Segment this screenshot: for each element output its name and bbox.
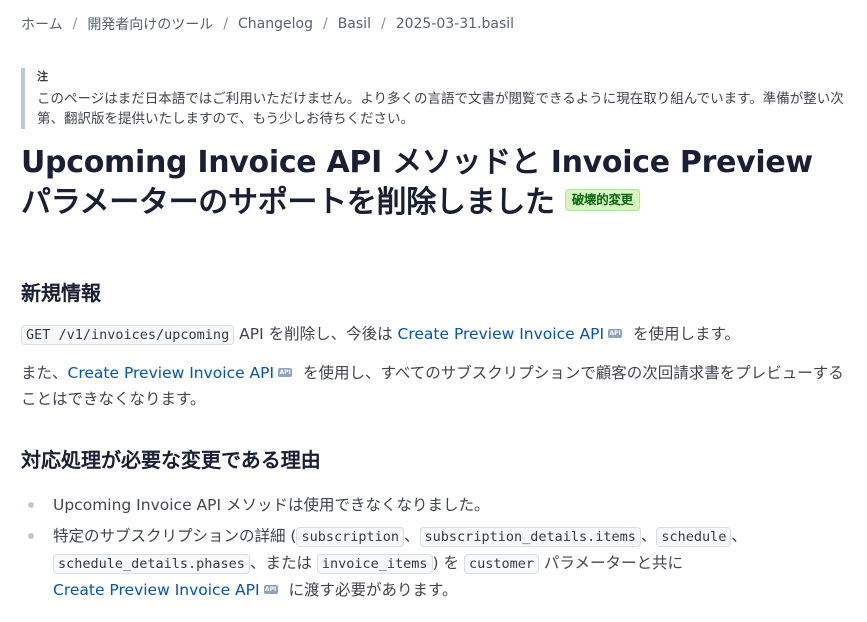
text: を使用します。	[628, 325, 740, 343]
api-icon: API	[278, 368, 293, 377]
page-title-line1: Upcoming Invoice API メソッドと Invoice Previ…	[21, 145, 813, 180]
breadcrumb-separator: /	[72, 16, 78, 32]
whats-new-paragraph-1: GET /v1/invoices/upcoming API を削除し、今後は C…	[21, 321, 851, 348]
text: 、	[731, 527, 747, 545]
page-title-line2: パラメーターのサポートを削除しました	[21, 185, 555, 220]
bullet-icon	[28, 533, 34, 539]
whats-new-paragraph-2: また、Create Preview Invoice API API を使用し、すべ…	[21, 360, 851, 412]
section-heading-whats-new: 新規情報	[21, 281, 101, 305]
text: 、	[404, 527, 420, 545]
api-icon: API	[608, 329, 623, 338]
text: Upcoming Invoice API メソッドは使用できなくなりました。	[53, 496, 490, 514]
text: ) を	[432, 554, 464, 572]
breadcrumb-separator: /	[223, 16, 229, 32]
list-item: Upcoming Invoice API メソッドは使用できなくなりました。	[21, 492, 851, 518]
breadcrumb-current[interactable]: 2025-03-31.basil	[396, 16, 514, 32]
param-code: subscription_details.items	[419, 527, 641, 547]
translation-note: 注 このページはまだ日本語ではご利用いただけません。より多くの言語で文書が閲覧で…	[21, 68, 847, 129]
reasons-list: Upcoming Invoice API メソッドは使用できなくなりました。 特…	[21, 492, 851, 608]
text: また、	[21, 364, 68, 382]
create-preview-invoice-api-link[interactable]: Create Preview Invoice API	[398, 325, 605, 343]
api-icon: API	[263, 585, 278, 594]
breadcrumb: ホーム / 開発者向けのツール / Changelog / Basil / 20…	[21, 14, 514, 34]
create-preview-invoice-api-link[interactable]: Create Preview Invoice API	[68, 364, 275, 382]
note-label: 注	[37, 70, 48, 83]
endpoint-code: GET /v1/invoices/upcoming	[21, 325, 235, 345]
breadcrumb-separator: /	[380, 16, 386, 32]
param-code: schedule	[656, 527, 732, 547]
param-code: invoice_items	[316, 554, 433, 574]
param-code: customer	[463, 554, 539, 574]
bullet-icon	[28, 502, 34, 508]
breadcrumb-separator: /	[322, 16, 328, 32]
text: に渡す必要があります。	[283, 581, 458, 599]
note-text: このページはまだ日本語ではご利用いただけません。より多くの言語で文書が閲覧できる…	[37, 91, 844, 127]
text: 、または	[249, 554, 317, 572]
page-title: Upcoming Invoice API メソッドと Invoice Previ…	[21, 143, 851, 223]
list-item: 特定のサブスクリプションの詳細 (subscription、 subscripti…	[21, 523, 851, 603]
text: 特定のサブスクリプションの詳細 (	[53, 527, 297, 545]
param-code: subscription	[296, 527, 405, 547]
breaking-change-badge: 破壊的変更	[564, 188, 640, 211]
breadcrumb-developer-tools[interactable]: 開発者向けのツール	[87, 14, 213, 34]
text: API を削除し、今後は	[234, 325, 398, 343]
breadcrumb-changelog[interactable]: Changelog	[238, 16, 313, 32]
text: パラメーターと共に	[538, 554, 683, 572]
section-heading-why-action-required: 対応処理が必要な変更である理由	[21, 448, 321, 472]
breadcrumb-basil[interactable]: Basil	[338, 16, 371, 32]
breadcrumb-home[interactable]: ホーム	[21, 14, 63, 34]
create-preview-invoice-api-link[interactable]: Create Preview Invoice API	[53, 581, 260, 599]
param-code: schedule_details.phases	[53, 554, 250, 574]
text: 、	[640, 527, 657, 545]
